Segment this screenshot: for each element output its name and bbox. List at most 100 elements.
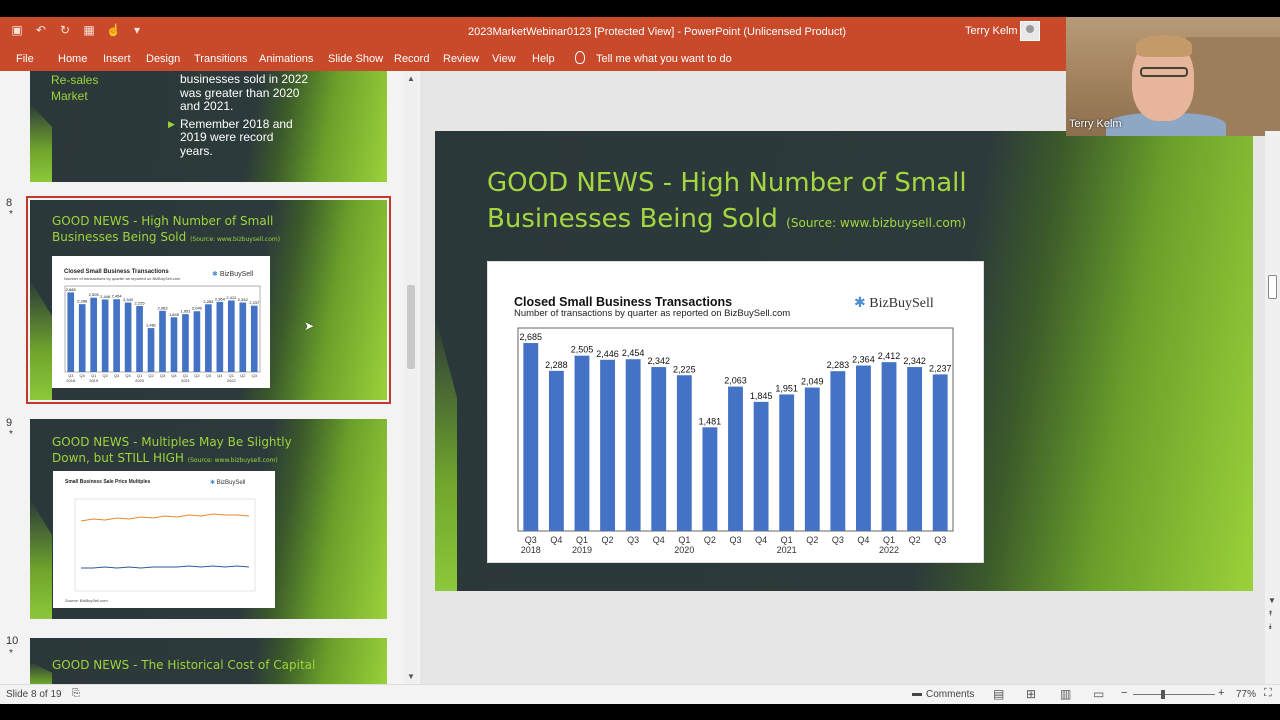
- main-slide-canvas[interactable]: GOOD NEWS - High Number of Small Busines…: [435, 131, 1253, 591]
- slide7-line: was greater than 2020: [180, 85, 300, 100]
- zoom-slider[interactable]: [1133, 694, 1215, 695]
- zoom-in-icon[interactable]: +: [1218, 687, 1224, 699]
- tab-review[interactable]: Review: [443, 53, 479, 65]
- thumbnails-scrollbar[interactable]: ▲ ▼: [404, 71, 418, 684]
- main-title-source: (Source: www.bizbuysell.com): [786, 216, 967, 230]
- bar: [193, 311, 201, 372]
- slide-9-animation-star: *: [9, 429, 13, 440]
- fit-to-window-icon[interactable]: ⛶: [1264, 687, 1272, 700]
- normal-view-icon[interactable]: ▤: [993, 687, 1004, 701]
- x-year-label: 2021: [181, 378, 191, 383]
- account-name[interactable]: Terry Kelm: [965, 25, 1018, 37]
- x-tick-label: Q3: [627, 535, 639, 545]
- bar-value-label: 2,342: [903, 356, 926, 366]
- bar-value-label: 2,225: [135, 301, 146, 306]
- thumbnail-slide-8[interactable]: GOOD NEWS - High Number of Small Busines…: [30, 200, 387, 400]
- x-tick-label: Q2: [909, 535, 921, 545]
- x-tick-label: Q4: [550, 535, 562, 545]
- bar: [182, 314, 189, 372]
- thumbnail-slide-7[interactable]: Re-sales Market businesses sold in 2022 …: [30, 71, 387, 182]
- slide9-thumb-title: GOOD NEWS - Multiples May Be Slightly Do…: [52, 434, 302, 469]
- bar: [205, 304, 212, 372]
- comments-button[interactable]: Comments: [926, 689, 974, 700]
- touch-mode-icon[interactable]: ☝: [106, 23, 121, 37]
- zoom-slider-thumb[interactable]: [1161, 690, 1165, 699]
- spell-check-icon[interactable]: ⎘: [72, 688, 80, 699]
- x-tick-label: Q3: [206, 373, 212, 378]
- slide9-source: (Source: www.bizbuysell.com): [187, 457, 278, 464]
- tab-record[interactable]: Record: [394, 53, 429, 65]
- bar: [250, 305, 258, 372]
- scroll-down-icon[interactable]: ▼: [407, 672, 415, 681]
- chart-image[interactable]: Closed Small Business Transactions Numbe…: [487, 261, 984, 563]
- customize-qat-icon[interactable]: ▾: [130, 23, 144, 37]
- lightbulb-icon: [575, 51, 585, 64]
- webcam-person-hair: [1136, 35, 1192, 57]
- bar-value-label: 2,342: [123, 297, 134, 302]
- main-scroll-down-icon[interactable]: ▼: [1268, 596, 1276, 605]
- main-scrollbar[interactable]: ▼ ⯭ ⯯: [1265, 131, 1280, 684]
- bar: [239, 302, 247, 372]
- tab-insert[interactable]: Insert: [103, 53, 131, 65]
- slide8-source: (Source: www.bizbuysell.com): [190, 236, 281, 243]
- main-scroll-thumb[interactable]: [1268, 275, 1277, 299]
- tab-slide-show[interactable]: Slide Show: [328, 53, 383, 65]
- tab-animations[interactable]: Animations: [259, 53, 313, 65]
- tab-transitions[interactable]: Transitions: [194, 53, 247, 65]
- x-tick-label: Q1: [576, 535, 588, 545]
- reading-view-icon[interactable]: ▥: [1060, 687, 1071, 701]
- mini-line-chart: [74, 498, 256, 592]
- tab-design[interactable]: Design: [146, 53, 180, 65]
- bar: [124, 302, 132, 372]
- x-tick-label: Q4: [653, 535, 665, 545]
- slide7-left-label: Re-sales Market: [51, 73, 99, 103]
- bar: [147, 328, 155, 372]
- slide8-thumb-title: GOOD NEWS - High Number of Small Busines…: [52, 213, 302, 248]
- undo-icon[interactable]: ↶: [34, 23, 48, 37]
- zoom-level[interactable]: 77%: [1236, 689, 1256, 700]
- x-tick-label: Q3: [160, 373, 166, 378]
- bar: [136, 306, 143, 372]
- bar: [779, 394, 795, 531]
- slideshow-start-icon[interactable]: ▦: [82, 23, 96, 37]
- x-tick-label: Q4: [755, 535, 767, 545]
- account-avatar[interactable]: [1020, 21, 1040, 41]
- thumbnails-scroll-thumb[interactable]: [407, 285, 415, 369]
- slide-sorter-icon[interactable]: ⊞: [1026, 687, 1036, 701]
- comments-icon[interactable]: ▬: [912, 688, 922, 699]
- tab-view[interactable]: View: [492, 53, 516, 65]
- scroll-up-icon[interactable]: ▲: [407, 74, 415, 83]
- main-title-line-1: GOOD NEWS - High Number of Small: [487, 168, 967, 198]
- slide-number-9: 9: [6, 417, 13, 429]
- bar-value-label: 2,225: [673, 364, 696, 374]
- slide-number-10: 10: [6, 635, 19, 647]
- x-tick-label: Q1: [678, 535, 690, 545]
- redo-icon[interactable]: ↻: [58, 23, 72, 37]
- slide-counter: Slide 8 of 19: [6, 689, 62, 700]
- x-year-label: 2020: [135, 378, 145, 383]
- bar-value-label: 1,845: [169, 312, 180, 317]
- slide10-thumb-title: GOOD NEWS - The Historical Cost of Capit…: [52, 658, 316, 672]
- bar: [90, 297, 98, 372]
- thumbnail-slide-10[interactable]: GOOD NEWS - The Historical Cost of Capit…: [30, 638, 387, 684]
- zoom-out-icon[interactable]: −: [1121, 687, 1127, 699]
- x-tick-label: Q4: [80, 373, 86, 378]
- previous-slide-icon[interactable]: ⯭: [1268, 609, 1273, 619]
- next-slide-icon[interactable]: ⯯: [1268, 622, 1273, 632]
- tab-file[interactable]: File: [16, 53, 34, 65]
- slideshow-view-icon[interactable]: ▭: [1093, 687, 1104, 701]
- save-icon[interactable]: ▣: [10, 23, 24, 37]
- thumbnail-slide-9[interactable]: GOOD NEWS - Multiples May Be Slightly Do…: [30, 419, 387, 619]
- bar: [753, 401, 769, 531]
- bar: [702, 427, 718, 531]
- x-year-label: 2020: [674, 545, 694, 555]
- bar: [101, 299, 109, 372]
- tab-home[interactable]: Home: [58, 53, 87, 65]
- bar-value-label: 2,454: [112, 294, 123, 299]
- x-tick-label: Q2: [148, 373, 154, 378]
- mini-chart-footnote: Source: BizBuySell.com: [65, 598, 108, 603]
- webcam-person-glasses: [1140, 67, 1188, 77]
- tell-me-search[interactable]: Tell me what you want to do: [596, 53, 732, 65]
- tab-help[interactable]: Help: [532, 53, 555, 65]
- main-slide-title[interactable]: GOOD NEWS - High Number of Small Busines…: [487, 165, 1047, 241]
